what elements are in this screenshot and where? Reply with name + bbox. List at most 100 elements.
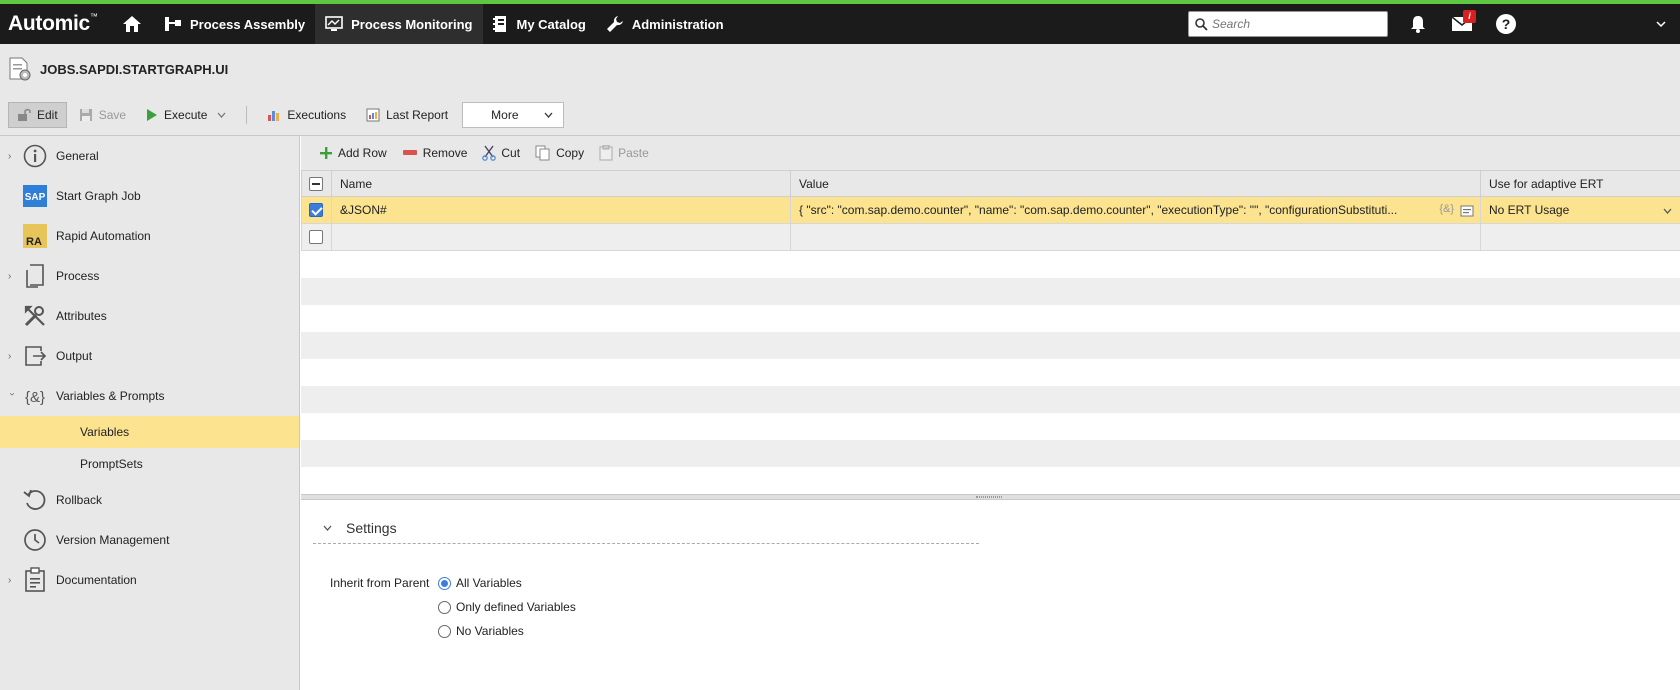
home-button[interactable] [110,4,154,44]
execute-button[interactable]: Execute [138,102,234,128]
expand-caret-icon[interactable]: › [8,151,16,162]
splitter-grip[interactable] [976,496,1002,498]
nav-my-catalog[interactable]: My Catalog [483,4,596,44]
search-input[interactable] [1212,17,1382,31]
last-report-label: Last Report [386,107,449,122]
paste-button[interactable]: Paste [595,136,660,170]
empty-grid-row [301,386,1680,413]
wrench-icon [606,16,623,32]
sidebar-item-label: Rollback [56,493,103,507]
catalog-icon [492,16,506,32]
sidebar-item-variables-prompts[interactable]: › {&} Variables & Prompts [0,376,299,416]
tools-icon [22,303,48,329]
scissors-icon [482,145,497,161]
process-icon [22,263,48,289]
messages-button[interactable]: i [1446,8,1478,40]
variable-name-cell[interactable]: &JSON# [331,196,791,224]
inherit-from-parent-label: Inherit from Parent [330,576,430,590]
sidebar-item-label: Documentation [56,573,137,587]
radio-button[interactable] [438,600,451,614]
sidebar-item-start-graph-job[interactable]: SAP Start Graph Job [0,176,299,216]
row-checkbox[interactable] [309,203,323,218]
column-header-ert[interactable]: Use for adaptive ERT [1480,170,1680,197]
collapse-caret-icon[interactable]: › [7,392,18,400]
sidebar-item-rollback[interactable]: Rollback [0,480,299,520]
more-dropdown[interactable]: More [462,101,565,128]
plus-icon [320,147,332,159]
table-row[interactable]: &JSON# { "src": "com.sap.demo.counter", … [301,196,1680,224]
settings-title: Settings [346,519,397,536]
execute-dropdown-chevron-icon[interactable] [217,112,226,118]
remove-button[interactable]: Remove [398,136,479,170]
radio-no-variables[interactable]: No Variables [438,624,524,638]
radio-button[interactable] [438,576,451,590]
variable-value-cell[interactable]: { "src": "com.sap.demo.counter", "name":… [790,196,1481,224]
cut-label: Cut [501,146,521,160]
clipboard-icon [22,567,48,593]
minus-icon [402,150,417,155]
table-row[interactable] [301,223,1680,251]
expand-caret-icon[interactable]: › [8,575,16,586]
radio-button[interactable] [438,624,451,638]
copy-icon [535,145,550,161]
add-row-label: Add Row [338,146,387,160]
user-menu-button[interactable] [1646,8,1676,40]
copy-button[interactable]: Copy [531,136,595,170]
sidebar-item-label: Start Graph Job [56,189,141,203]
settings-header[interactable]: Settings [313,512,979,544]
empty-grid-row [301,413,1680,440]
ert-select-cell[interactable] [1480,223,1680,251]
text-editor-icon[interactable] [1460,205,1474,217]
sidebar-item-label: Process [56,269,100,283]
search-icon [1195,17,1208,31]
sap-icon: SAP [22,183,48,209]
svg-text:?: ? [1502,16,1511,32]
variable-name-cell[interactable] [331,223,791,251]
info-icon [22,143,48,169]
expand-caret-icon[interactable]: › [8,351,16,362]
radio-only-defined-variables[interactable]: Only defined Variables [438,600,576,614]
add-row-button[interactable]: Add Row [315,136,398,170]
sidebar-subitem-promptsets[interactable]: PromptSets [0,448,299,480]
chevron-down-icon [323,525,332,531]
sidebar-item-version-management[interactable]: Version Management [0,520,299,560]
sidebar-item-output[interactable]: › Output [0,336,299,376]
sidebar-item-rapid-automation[interactable]: RA Rapid Automation [0,216,299,256]
cut-button[interactable]: Cut [478,136,531,170]
search-box[interactable] [1188,11,1388,37]
sap-icon-text: SAP [25,192,46,203]
select-all-checkbox[interactable] [309,176,323,191]
monitor-icon [325,16,343,31]
variable-insert-icon[interactable]: {&} [1439,203,1454,215]
empty-grid-row [301,467,1680,494]
radio-all-variables[interactable]: All Variables [438,576,522,590]
save-label: Save [98,107,127,122]
trademark-mark: ™ [89,12,98,21]
object-sidebar: › General SAP Start Graph Job RA Rapid A… [0,136,300,690]
row-checkbox[interactable] [309,230,323,245]
nav-process-monitoring[interactable]: Process Monitoring [315,4,483,44]
sidebar-item-general[interactable]: › General [0,136,299,176]
help-button[interactable]: ? [1490,8,1522,40]
sidebar-item-attributes[interactable]: Attributes [0,296,299,336]
sidebar-item-process[interactable]: › Process [0,256,299,296]
expand-caret-icon[interactable]: › [8,271,16,282]
column-header-name[interactable]: Name [331,170,791,197]
variables-grid: Name Value Use for adaptive ERT &JSON# {… [301,170,1680,251]
last-report-button[interactable]: Last Report [358,102,456,128]
column-header-value[interactable]: Value [790,170,1481,197]
execute-label: Execute [164,107,208,122]
sidebar-item-documentation[interactable]: › Documentation [0,560,299,600]
variable-value-cell[interactable] [790,223,1481,251]
ert-select-cell[interactable]: No ERT Usage [1480,196,1680,224]
edit-button[interactable]: Edit [8,101,67,128]
sidebar-subitem-variables[interactable]: Variables [0,416,299,448]
automic-logo[interactable]: Automic™ [0,12,110,36]
rollback-icon [22,487,48,513]
nav-administration[interactable]: Administration [596,4,734,44]
copy-label: Copy [556,146,585,160]
save-button[interactable]: Save [71,102,134,128]
executions-button[interactable]: Executions [259,102,354,128]
notifications-button[interactable] [1402,8,1434,40]
nav-process-assembly[interactable]: Process Assembly [154,4,315,44]
